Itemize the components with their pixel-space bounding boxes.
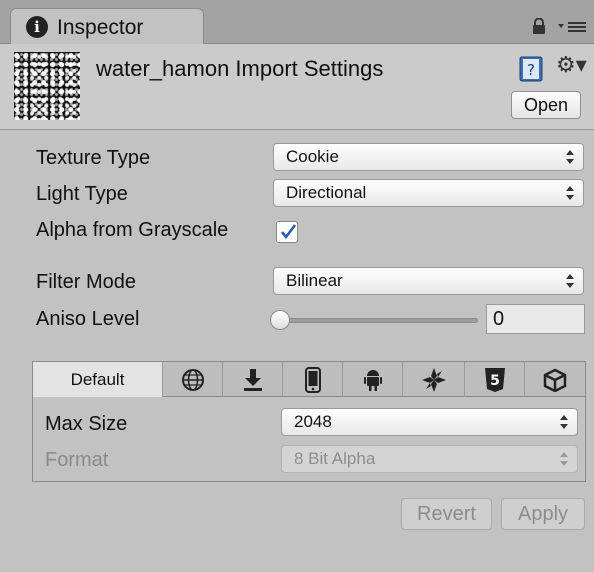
max-size-value: 2048 [294,412,332,431]
info-icon: i [26,16,48,38]
tab-label: Inspector [57,16,144,39]
format-dropdown: 8 Bit Alpha [281,445,578,473]
globe-icon [181,368,204,391]
html5-icon: 5 [484,367,505,392]
android-icon [363,369,382,391]
tab-ios[interactable] [283,362,343,397]
download-icon [243,368,262,391]
revert-button[interactable]: Revert [401,498,492,530]
menu-icon[interactable] [558,20,586,34]
updown-arrow-icon [566,150,574,164]
flash-icon [421,367,446,392]
platform-tabs: Default 5 [33,362,585,397]
tab-webgl[interactable]: 5 [465,362,525,397]
format-label: Format [45,449,109,471]
filter-mode-label: Filter Mode [36,271,137,293]
open-button[interactable]: Open [511,91,581,119]
platform-settings-panel: Default 5 Max Size 2048 Format 8 Bit Alp… [32,361,586,482]
svg-text:?: ? [527,61,535,79]
lock-icon[interactable] [532,18,546,34]
tab-standalone[interactable] [223,362,283,397]
filter-mode-value: Bilinear [286,271,343,290]
format-value: 8 Bit Alpha [294,449,376,468]
svg-text:5: 5 [490,373,500,389]
tab-default[interactable]: Default [33,362,163,397]
updown-arrow-icon [566,186,574,200]
aniso-level-value: 0 [493,308,505,330]
updown-arrow-icon [560,452,568,466]
tab-bar: i Inspector [0,0,594,45]
light-type-label: Light Type [36,183,128,205]
box-icon [543,368,567,392]
filter-mode-dropdown[interactable]: Bilinear [273,267,584,295]
alpha-from-grayscale-label: Alpha from Grayscale [36,219,229,241]
gear-icon[interactable]: ⚙▾ [556,54,587,80]
checkmark-icon [280,224,297,240]
tab-default-label: Default [70,370,125,389]
texture-thumbnail [14,52,80,120]
apply-button[interactable]: Apply [501,498,585,530]
aniso-level-slider-track[interactable] [279,318,478,323]
tab-other[interactable] [525,362,585,397]
phone-icon [304,366,321,393]
aniso-level-input[interactable]: 0 [486,304,585,334]
tab-web[interactable] [163,362,223,397]
tab-inspector[interactable]: i Inspector [10,8,204,45]
import-header: water_hamon Import Settings ? ⚙▾ Open [0,44,594,130]
alpha-from-grayscale-checkbox[interactable] [276,221,298,243]
texture-type-value: Cookie [286,147,339,166]
tab-blackberry[interactable] [403,362,465,397]
max-size-label: Max Size [45,413,128,435]
texture-type-dropdown[interactable]: Cookie [273,143,584,171]
texture-type-label: Texture Type [36,147,151,169]
tab-android[interactable] [343,362,403,397]
updown-arrow-icon [566,274,574,288]
max-size-dropdown[interactable]: 2048 [281,408,578,436]
updown-arrow-icon [560,415,568,429]
help-book-icon[interactable]: ? [519,56,543,82]
asset-title: water_hamon Import Settings [96,56,384,81]
light-type-dropdown[interactable]: Directional [273,179,584,207]
aniso-level-slider-thumb[interactable] [270,310,290,330]
aniso-level-label: Aniso Level [36,308,140,330]
light-type-value: Directional [286,183,367,202]
